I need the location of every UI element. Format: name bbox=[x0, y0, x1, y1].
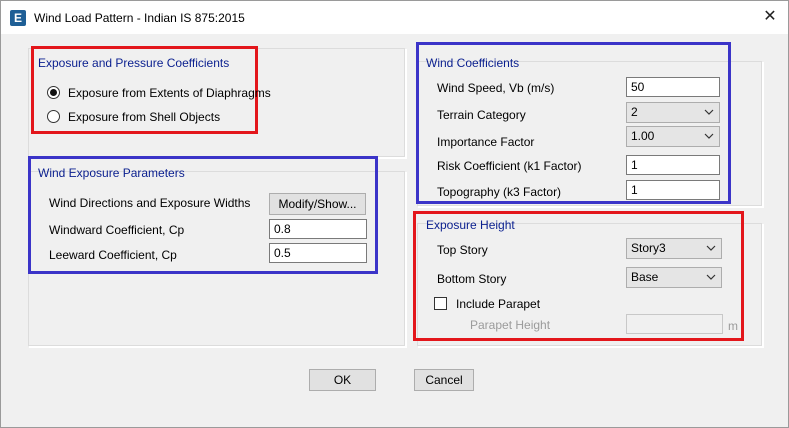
importance-factor-label: Importance Factor bbox=[437, 135, 535, 149]
radio-shell-objects[interactable] bbox=[47, 110, 60, 123]
include-parapet-label[interactable]: Include Parapet bbox=[456, 297, 540, 311]
importance-factor-select[interactable]: 1.00 bbox=[626, 126, 720, 147]
importance-factor-value: 1.00 bbox=[631, 129, 655, 143]
leeward-coefficient-label: Leeward Coefficient, Cp bbox=[49, 248, 177, 262]
wind-speed-input[interactable]: 50 bbox=[626, 77, 720, 97]
title-bar[interactable]: E Wind Load Pattern - Indian IS 875:2015… bbox=[1, 1, 788, 34]
parapet-height-label: Parapet Height bbox=[470, 318, 551, 332]
dialog-window: E Wind Load Pattern - Indian IS 875:2015… bbox=[0, 0, 789, 428]
bottom-story-label: Bottom Story bbox=[437, 272, 507, 286]
parapet-height-input[interactable] bbox=[626, 314, 723, 334]
modify-show-button[interactable]: Modify/Show... bbox=[269, 193, 366, 215]
top-story-label: Top Story bbox=[437, 243, 488, 257]
bottom-story-value: Base bbox=[631, 270, 659, 284]
wind-speed-label: Wind Speed, Vb (m/s) bbox=[437, 81, 555, 95]
close-icon[interactable]: ✕ bbox=[758, 6, 782, 28]
topography-label: Topography (k3 Factor) bbox=[437, 185, 562, 199]
chevron-down-icon bbox=[704, 109, 714, 115]
ok-button[interactable]: OK bbox=[309, 369, 376, 391]
etabs-app-icon: E bbox=[10, 10, 26, 26]
topography-input[interactable]: 1 bbox=[626, 180, 720, 200]
leeward-coefficient-input[interactable]: 0.5 bbox=[269, 243, 367, 263]
wind-coefficients-title: Wind Coefficients bbox=[426, 56, 520, 70]
bottom-story-select[interactable]: Base bbox=[626, 267, 722, 288]
wind-directions-label: Wind Directions and Exposure Widths bbox=[49, 196, 251, 210]
risk-coefficient-input[interactable]: 1 bbox=[626, 155, 720, 175]
top-story-select[interactable]: Story3 bbox=[626, 238, 722, 259]
exposure-pressure-title: Exposure and Pressure Coefficients bbox=[38, 56, 230, 70]
chevron-down-icon bbox=[706, 274, 716, 280]
risk-coefficient-label: Risk Coefficient (k1 Factor) bbox=[437, 159, 582, 173]
windward-coefficient-label: Windward Coefficient, Cp bbox=[49, 223, 185, 237]
radio-shell-objects-label[interactable]: Exposure from Shell Objects bbox=[68, 110, 220, 124]
cancel-button[interactable]: Cancel bbox=[414, 369, 474, 391]
chevron-down-icon bbox=[706, 245, 716, 251]
windward-coefficient-input[interactable]: 0.8 bbox=[269, 219, 367, 239]
top-story-value: Story3 bbox=[631, 241, 666, 255]
terrain-category-label: Terrain Category bbox=[437, 108, 526, 122]
include-parapet-checkbox[interactable] bbox=[434, 297, 447, 310]
parapet-unit-label: m bbox=[728, 319, 738, 333]
terrain-category-select[interactable]: 2 bbox=[626, 102, 720, 123]
chevron-down-icon bbox=[704, 133, 714, 139]
terrain-category-value: 2 bbox=[631, 105, 638, 119]
radio-diaphragm-extents[interactable] bbox=[47, 86, 60, 99]
radio-diaphragm-extents-label[interactable]: Exposure from Extents of Diaphragms bbox=[68, 86, 271, 100]
wind-exposure-title: Wind Exposure Parameters bbox=[38, 166, 185, 180]
window-title: Wind Load Pattern - Indian IS 875:2015 bbox=[34, 11, 245, 25]
exposure-height-title: Exposure Height bbox=[426, 218, 515, 232]
